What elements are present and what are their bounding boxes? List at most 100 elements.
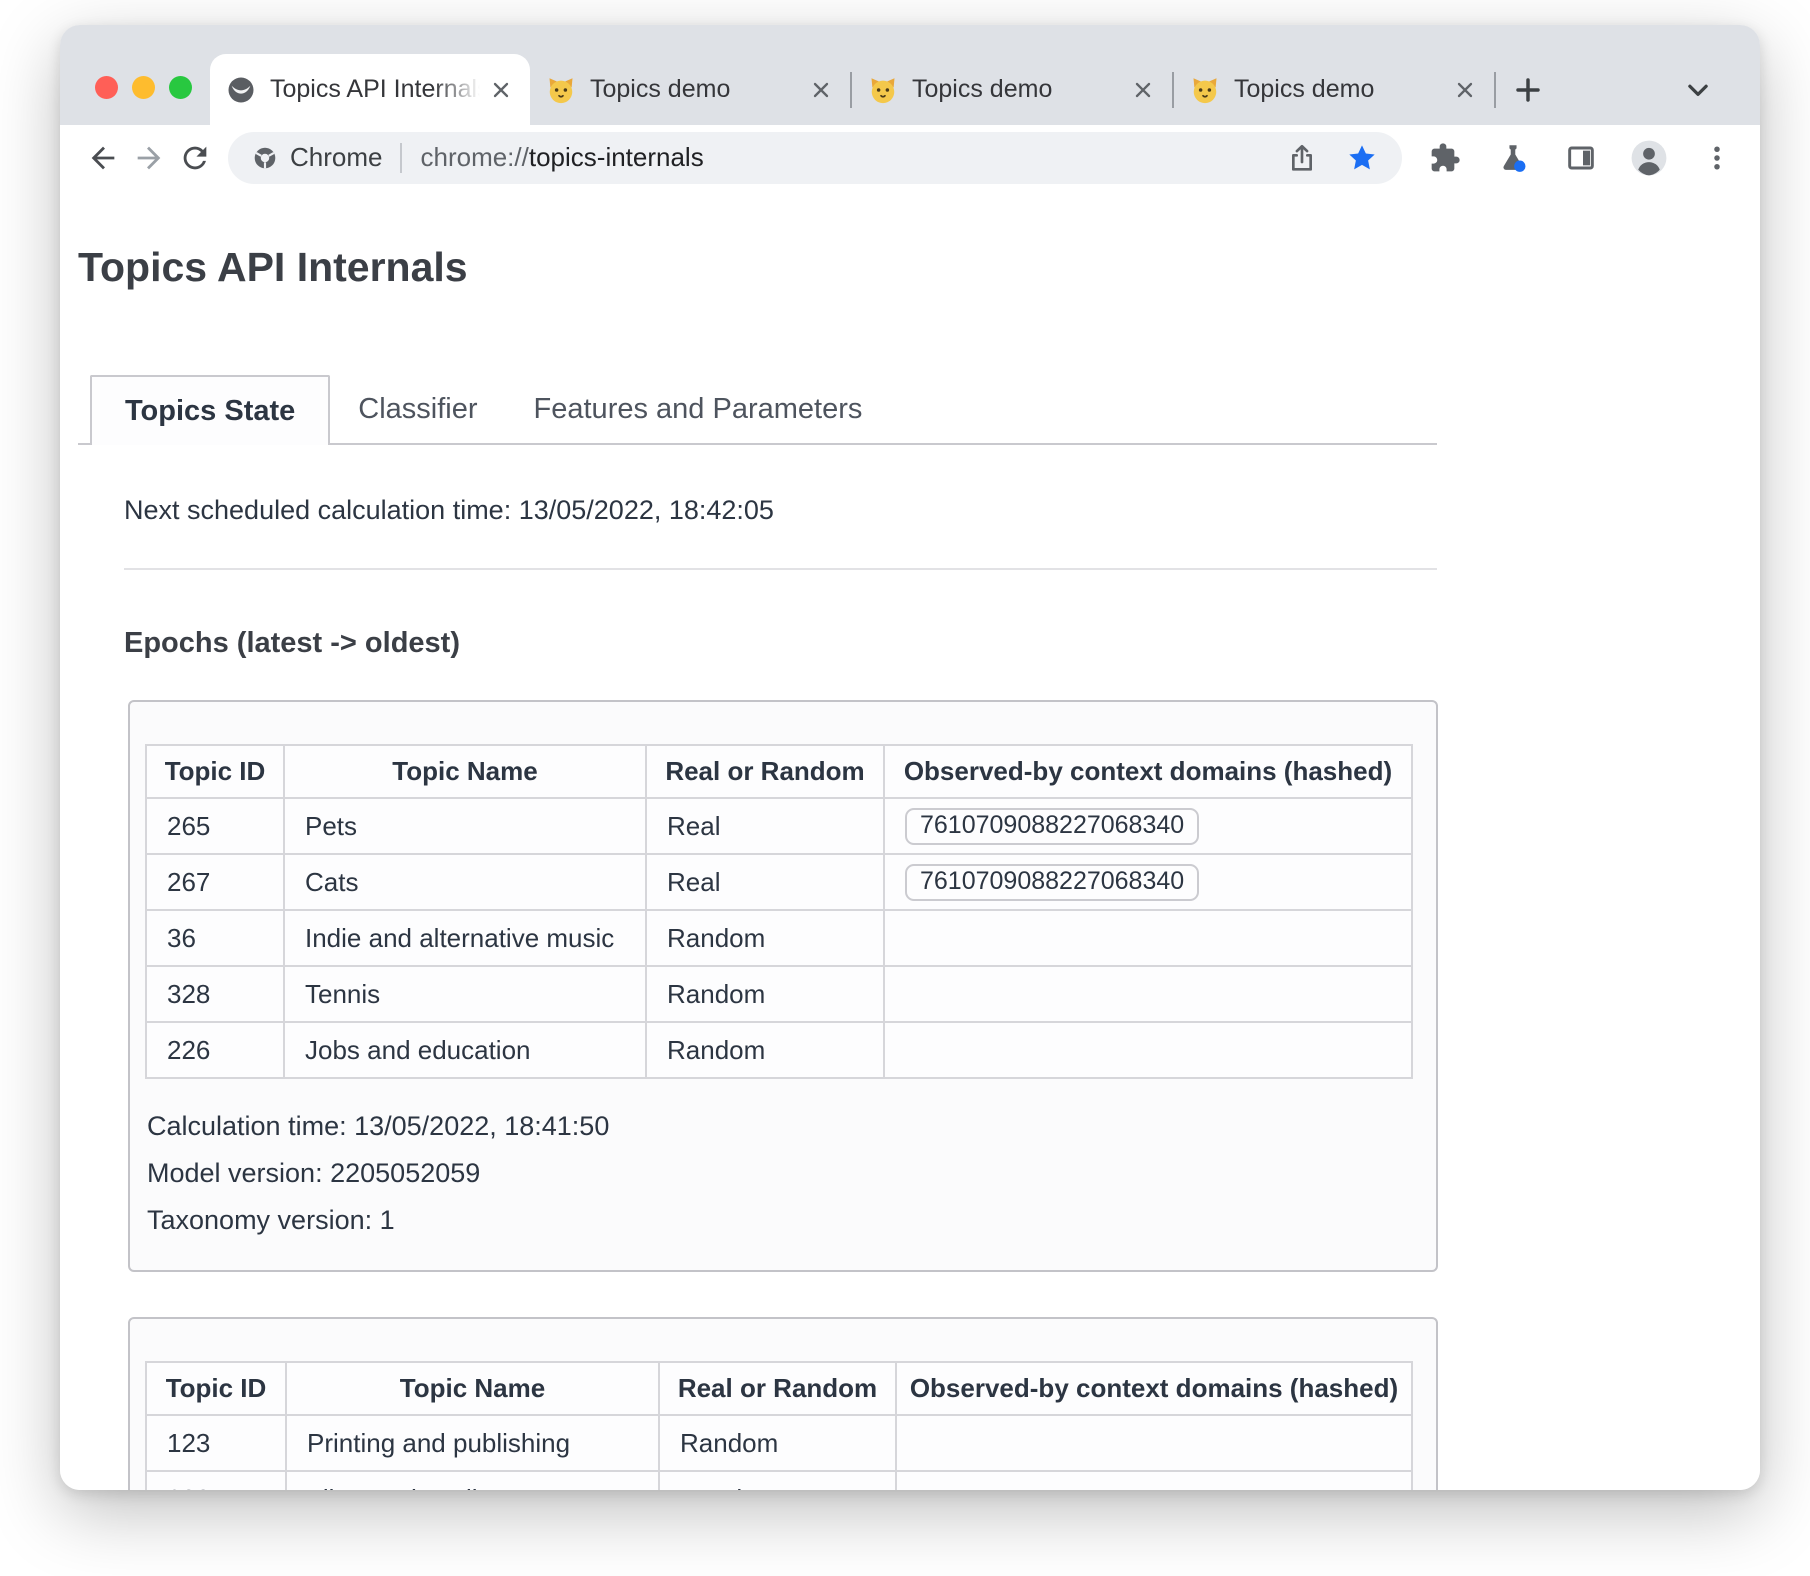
side-panel-button[interactable] — [1558, 135, 1604, 181]
globe-icon — [226, 75, 256, 105]
browser-tab[interactable]: Topics demo — [1174, 54, 1494, 125]
tab-title: Topics API Internals — [270, 75, 480, 104]
observed-by-cell — [884, 1022, 1412, 1078]
table-row: 328TennisRandom — [146, 966, 1412, 1022]
reload-icon — [178, 141, 212, 175]
tab-classifier[interactable]: Classifier — [330, 375, 505, 443]
tab-features-and-parameters[interactable]: Features and Parameters — [506, 375, 891, 443]
page-content: Topics API Internals Topics State Classi… — [60, 190, 1760, 1490]
table-row: 265PetsReal 7610709088227068340 — [146, 798, 1412, 854]
back-icon — [86, 141, 120, 175]
extensions-button[interactable] — [1422, 135, 1468, 181]
hashed-domain-chip: 7610709088227068340 — [905, 808, 1199, 845]
column-header: Observed-by context domains (hashed) — [884, 745, 1412, 798]
close-icon — [1453, 78, 1477, 102]
bookmark-star-icon[interactable] — [1346, 142, 1378, 174]
topic-name-cell: Tennis — [284, 966, 646, 1022]
chevron-down-icon — [1683, 75, 1713, 105]
topic-id-cell: 265 — [146, 798, 284, 854]
topic-id-cell: 36 — [146, 910, 284, 966]
browser-tab-active[interactable]: Topics API Internals — [210, 54, 530, 125]
menu-button[interactable] — [1694, 135, 1740, 181]
url-text[interactable]: chrome://topics-internals — [420, 142, 1272, 173]
divider — [124, 568, 1437, 570]
share-icon[interactable] — [1286, 142, 1318, 174]
address-actions — [1286, 142, 1378, 174]
new-tab-button[interactable] — [1496, 54, 1560, 125]
observed-by-cell — [896, 1415, 1412, 1471]
topic-id-cell: 328 — [146, 966, 284, 1022]
chrome-logo-icon — [252, 145, 278, 171]
column-header: Real or Random — [659, 1362, 896, 1415]
tab-topics-state[interactable]: Topics State — [90, 375, 330, 445]
experiments-button[interactable] — [1490, 135, 1536, 181]
browser-tab[interactable]: Topics demo — [530, 54, 850, 125]
real-or-random-cell: Random — [646, 1022, 884, 1078]
browser-toolbar: Chrome chrome://topics-internals — [60, 125, 1760, 190]
tab-title: Topics demo — [912, 75, 1122, 104]
epoch-section-latest: Topic IDTopic NameReal or RandomObserved… — [128, 700, 1438, 1272]
table-row: 226Jobs and educationRandom — [146, 1022, 1412, 1078]
tab-close-button[interactable] — [488, 77, 514, 103]
traffic-light-close[interactable] — [95, 76, 118, 99]
menu-dots-icon — [1702, 143, 1732, 173]
real-or-random-cell: Random — [659, 1471, 896, 1490]
window-controls — [95, 76, 192, 99]
observed-by-cell — [884, 910, 1412, 966]
column-header: Topic ID — [146, 745, 284, 798]
real-or-random-cell: Real — [646, 798, 884, 854]
toolbar-actions — [1422, 135, 1740, 181]
cat-icon — [546, 75, 576, 105]
real-or-random-cell: Random — [646, 966, 884, 1022]
column-header: Real or Random — [646, 745, 884, 798]
taxonomy-version-line: Taxonomy version: 1 — [147, 1197, 1436, 1244]
epoch-metadata: Calculation time: 13/05/2022, 18:41:50 M… — [147, 1103, 1436, 1244]
tab-title: Topics demo — [1234, 75, 1444, 104]
back-button[interactable] — [80, 135, 126, 181]
close-icon — [1131, 78, 1155, 102]
plus-icon — [1512, 74, 1544, 106]
browser-tab[interactable]: Topics demo — [852, 54, 1172, 125]
hashed-domain-chip: 7610709088227068340 — [905, 864, 1199, 901]
page-tab-bar: Topics State Classifier Features and Par… — [78, 375, 1437, 445]
topic-name-cell: Indie and alternative music — [284, 910, 646, 966]
topic-name-cell: Cats — [284, 854, 646, 910]
topic-id-cell: 226 — [146, 1022, 284, 1078]
topic-name-cell: Fibre and textile arts — [286, 1471, 659, 1490]
tab-search-button[interactable] — [1666, 54, 1730, 125]
table-row: 200Fibre and textile artsRandom — [146, 1471, 1412, 1490]
profile-button[interactable] — [1626, 135, 1672, 181]
tab-strip-tabs: Topics API Internals Topics demo Topics de… — [210, 25, 1494, 125]
traffic-light-zoom[interactable] — [169, 76, 192, 99]
table-row: 123Printing and publishingRandom — [146, 1415, 1412, 1471]
column-header: Topic Name — [284, 745, 646, 798]
column-header: Topic Name — [286, 1362, 659, 1415]
table-header-row: Topic IDTopic NameReal or RandomObserved… — [146, 1362, 1412, 1415]
table-header-row: Topic IDTopic NameReal or RandomObserved… — [146, 745, 1412, 798]
real-or-random-cell: Random — [646, 910, 884, 966]
forward-button[interactable] — [126, 135, 172, 181]
topic-id-cell: 123 — [146, 1415, 286, 1471]
traffic-light-minimize[interactable] — [132, 76, 155, 99]
calculation-time-line: Calculation time: 13/05/2022, 18:41:50 — [147, 1103, 1436, 1150]
address-bar[interactable]: Chrome chrome://topics-internals — [228, 132, 1402, 184]
address-divider — [400, 143, 402, 173]
site-engine-label: Chrome — [290, 142, 382, 173]
tab-close-button[interactable] — [808, 77, 834, 103]
url-scheme: chrome:// — [420, 142, 528, 172]
close-icon — [809, 78, 833, 102]
topic-id-cell: 267 — [146, 854, 284, 910]
topic-id-cell: 200 — [146, 1471, 286, 1490]
tab-close-button[interactable] — [1452, 77, 1478, 103]
observed-by-cell — [896, 1471, 1412, 1490]
topic-name-cell: Pets — [284, 798, 646, 854]
reload-button[interactable] — [172, 135, 218, 181]
topic-name-cell: Jobs and education — [284, 1022, 646, 1078]
tab-close-button[interactable] — [1130, 77, 1156, 103]
tab-strip: Topics API Internals Topics demo Topics de… — [60, 25, 1760, 125]
column-header: Observed-by context domains (hashed) — [896, 1362, 1412, 1415]
epoch-section-older: Topic IDTopic NameReal or RandomObserved… — [128, 1317, 1438, 1490]
profile-icon — [1630, 139, 1668, 177]
model-version-line: Model version: 2205052059 — [147, 1150, 1436, 1197]
cat-icon — [1190, 75, 1220, 105]
